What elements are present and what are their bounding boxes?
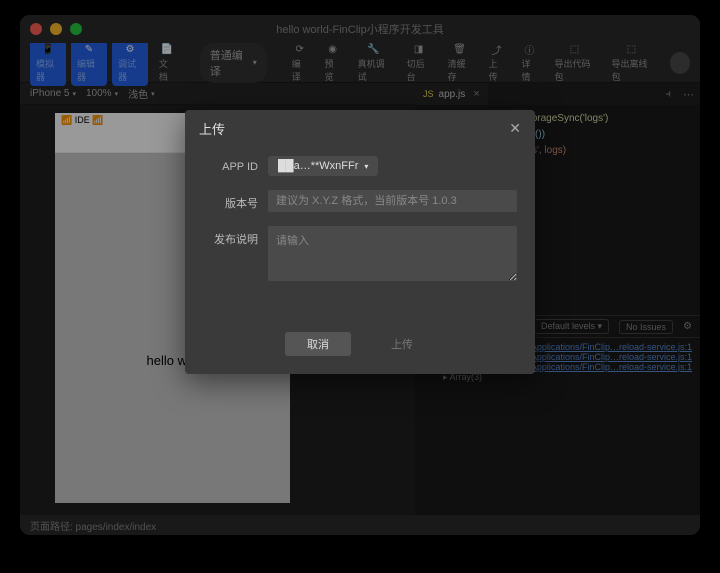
submit-button[interactable]: 上传 [369, 332, 435, 356]
appid-label: APP ID [203, 156, 258, 173]
upload-modal: 上传 ✕ APP ID ██a…**WxnFFr 版本号 发布说明 取消 [185, 110, 535, 374]
version-input[interactable] [268, 190, 517, 212]
modal-backdrop[interactable]: 上传 ✕ APP ID ██a…**WxnFFr 版本号 发布说明 取消 [20, 15, 700, 535]
notes-label: 发布说明 [203, 226, 258, 247]
appid-select[interactable]: ██a…**WxnFFr [268, 156, 378, 176]
close-icon[interactable]: ✕ [509, 120, 521, 137]
version-label: 版本号 [203, 190, 258, 211]
notes-textarea[interactable] [268, 226, 517, 281]
modal-title: 上传 [199, 119, 225, 138]
cancel-button[interactable]: 取消 [285, 332, 351, 356]
